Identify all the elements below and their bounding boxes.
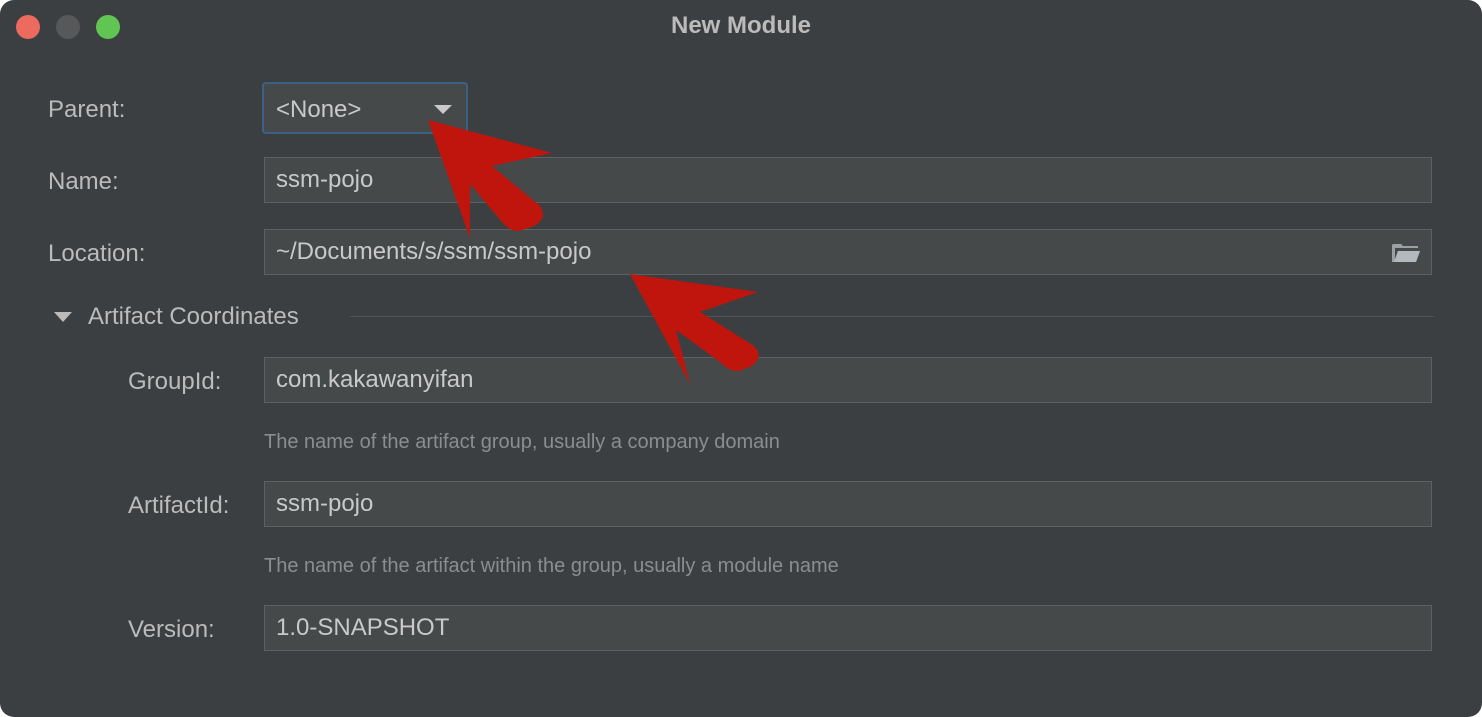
version-field-box <box>264 605 1432 651</box>
parent-dropdown[interactable]: <None> <box>262 82 468 134</box>
location-field[interactable] <box>265 230 1431 274</box>
artifactid-hint: The name of the artifact within the grou… <box>264 555 839 577</box>
folder-icon[interactable] <box>1391 242 1421 264</box>
window-title: New Module <box>670 12 811 39</box>
groupid-field-box <box>264 357 1432 403</box>
groupid-label: GroupId: <box>128 368 222 395</box>
section-divider <box>350 316 1434 317</box>
name-field[interactable] <box>265 158 1431 202</box>
parent-label: Parent: <box>48 96 126 123</box>
title-bar: New Module <box>0 0 1482 54</box>
version-field[interactable] <box>265 606 1431 650</box>
chevron-down-icon <box>434 105 452 114</box>
location-field-box <box>264 229 1432 275</box>
name-label: Name: <box>48 168 119 195</box>
artifact-coordinates-title[interactable]: Artifact Coordinates <box>88 303 299 331</box>
triangle-down-icon[interactable] <box>54 312 72 322</box>
artifactid-label: ArtifactId: <box>128 492 230 519</box>
name-field-box <box>264 157 1432 203</box>
artifactid-field[interactable] <box>265 482 1431 526</box>
new-module-dialog: New Module Parent: <None> Name: Location… <box>0 0 1482 717</box>
groupid-field[interactable] <box>265 358 1431 402</box>
parent-value: <None> <box>276 96 362 123</box>
groupid-hint: The name of the artifact group, usually … <box>264 431 780 453</box>
version-label: Version: <box>128 616 215 643</box>
artifactid-field-box <box>264 481 1432 527</box>
location-label: Location: <box>48 240 146 267</box>
